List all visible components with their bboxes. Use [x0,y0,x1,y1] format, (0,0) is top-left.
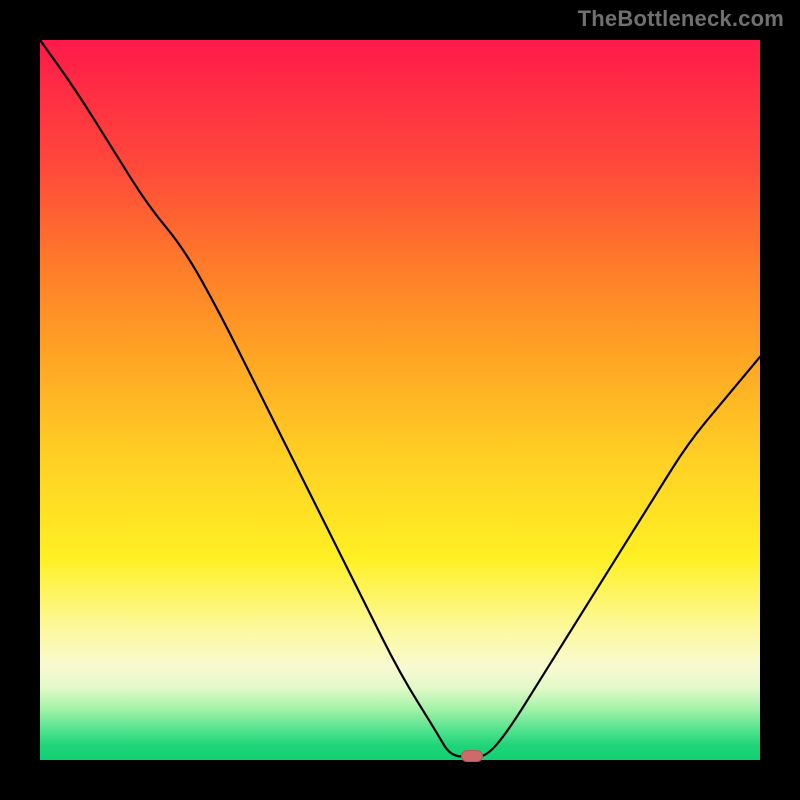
curve-path [40,40,760,756]
plot-area [40,40,760,760]
chart-container: TheBottleneck.com [0,0,800,800]
bottleneck-curve [40,40,760,760]
watermark-text: TheBottleneck.com [578,6,784,32]
optimal-marker [461,750,483,762]
